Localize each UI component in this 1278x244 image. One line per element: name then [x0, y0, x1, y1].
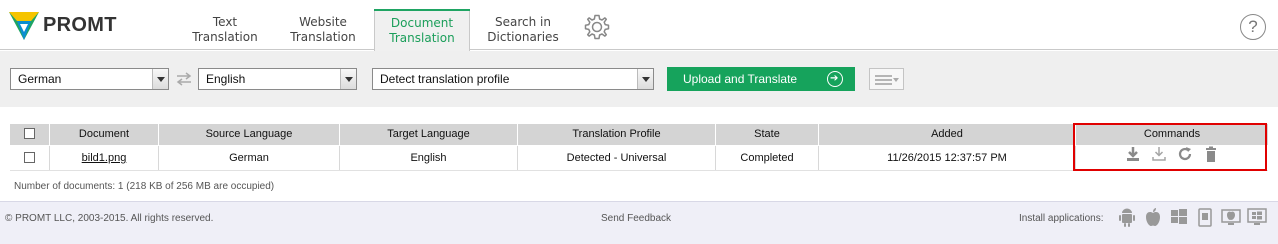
translation-profile-cell: Detected - Universal	[518, 146, 716, 170]
windows-desktop-icon[interactable]	[1246, 206, 1268, 228]
commands-cell	[1076, 146, 1268, 170]
windows-icon[interactable]	[1168, 206, 1190, 228]
promt-logo[interactable]: PROMT	[6, 7, 136, 43]
state-cell: Completed	[716, 146, 819, 170]
chevron-down-icon	[893, 78, 899, 82]
list-icon	[875, 75, 892, 85]
select-all-checkbox[interactable]	[24, 127, 35, 139]
table-row: bild1.png German English Detected - Univ…	[10, 146, 1268, 171]
translation-profile-value: Detect translation profile	[380, 72, 510, 86]
source-language-value: German	[18, 72, 62, 86]
translation-profile-select[interactable]: Detect translation profile	[372, 68, 654, 90]
column-header-target-language[interactable]: Target Language	[340, 124, 518, 145]
retranslate-icon[interactable]	[1177, 146, 1193, 172]
download-original-icon[interactable]	[1151, 146, 1167, 172]
chevron-down-icon	[637, 69, 653, 89]
download-icon[interactable]	[1125, 146, 1141, 172]
chevron-down-icon	[340, 69, 356, 89]
send-feedback-link[interactable]: Send Feedback	[601, 213, 671, 224]
added-cell: 11/26/2015 12:37:57 PM	[819, 146, 1076, 170]
mac-icon[interactable]	[1220, 206, 1242, 228]
copyright-text: © PROMT LLC, 2003-2015. All rights reser…	[5, 213, 214, 224]
document-link[interactable]: bild1.png	[82, 152, 127, 164]
delete-icon[interactable]	[1203, 146, 1219, 172]
table-header: Document Source Language Target Language…	[10, 124, 1268, 145]
tab-website-translation[interactable]: Website Translation	[287, 9, 359, 51]
row-select-cell	[10, 146, 50, 170]
footer: © PROMT LLC, 2003-2015. All rights reser…	[0, 201, 1278, 244]
install-applications-label: Install applications:	[1019, 213, 1104, 224]
document-cell: bild1.png	[50, 146, 159, 170]
tab-label-line2: Translation	[389, 31, 455, 45]
tab-document-translation[interactable]: Document Translation	[374, 9, 470, 51]
column-header-state[interactable]: State	[716, 124, 819, 145]
tab-label-line2: Translation	[290, 30, 356, 44]
column-header-document[interactable]: Document	[50, 124, 159, 145]
target-language-value: English	[206, 72, 246, 86]
help-icon[interactable]: ?	[1240, 14, 1266, 40]
source-language-cell: German	[159, 146, 340, 170]
select-all-cell	[10, 124, 50, 145]
tab-label-line2: Translation	[192, 30, 258, 44]
page: PROMT Text Translation Website Translati…	[0, 0, 1278, 244]
upload-button-label: Upload and Translate	[683, 72, 798, 86]
windows-phone-icon[interactable]	[1194, 206, 1216, 228]
view-options-button[interactable]	[869, 68, 904, 90]
android-icon[interactable]	[1116, 206, 1138, 228]
row-checkbox[interactable]	[24, 151, 35, 163]
target-language-select[interactable]: English	[198, 68, 357, 90]
logo-text: PROMT	[43, 13, 117, 36]
swap-languages-icon[interactable]	[173, 69, 195, 89]
tab-label-line1: Text	[212, 15, 238, 29]
tab-label-line1: Search in	[495, 15, 551, 29]
document-count-text: Number of documents: 1 (218 KB of 256 MB…	[14, 181, 275, 192]
chevron-down-icon	[152, 69, 168, 89]
target-language-cell: English	[340, 146, 518, 170]
column-header-translation-profile[interactable]: Translation Profile	[518, 124, 716, 145]
apple-icon[interactable]	[1142, 206, 1164, 228]
tab-search-dictionaries[interactable]: Search in Dictionaries	[486, 9, 560, 51]
arrow-right-circle-icon	[827, 67, 843, 91]
toolbar: German English Detect translation profil…	[0, 51, 1278, 107]
column-header-commands: Commands	[1143, 128, 1201, 140]
column-header-added[interactable]: Added	[819, 124, 1076, 145]
tab-label-line2: Dictionaries	[487, 30, 559, 44]
top-nav: PROMT Text Translation Website Translati…	[0, 0, 1278, 51]
upload-and-translate-button[interactable]: Upload and Translate	[667, 67, 855, 91]
column-header-source-language[interactable]: Source Language	[159, 124, 340, 145]
tab-label-line1: Document	[390, 16, 454, 30]
tab-text-translation[interactable]: Text Translation	[190, 9, 260, 51]
settings-gear-icon[interactable]	[583, 13, 611, 41]
promt-logo-icon	[9, 12, 39, 40]
source-language-select[interactable]: German	[10, 68, 169, 90]
tab-label-line1: Website	[299, 15, 347, 29]
app-icons	[1116, 206, 1268, 228]
